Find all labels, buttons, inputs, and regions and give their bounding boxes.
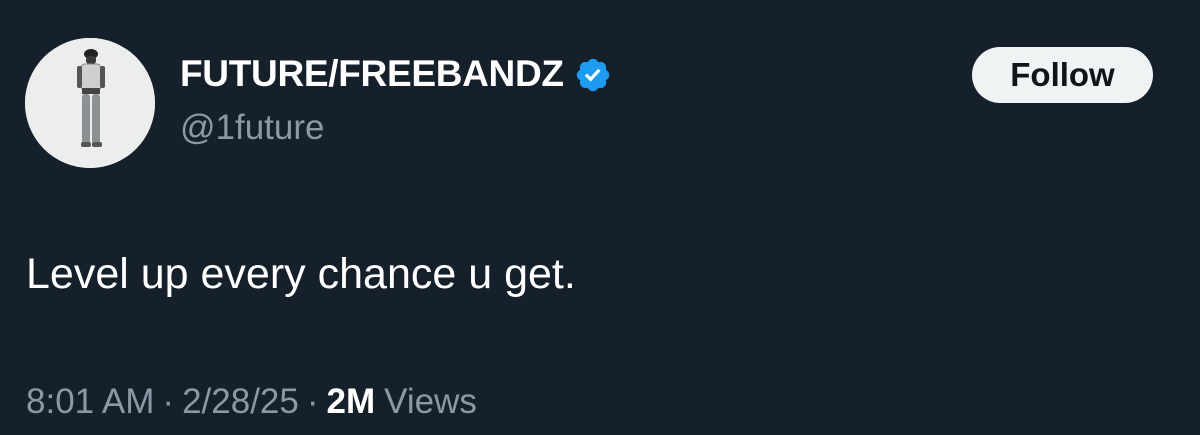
meta-separator: · bbox=[162, 382, 175, 421]
verified-badge-icon bbox=[574, 56, 612, 94]
views-count[interactable]: 2M bbox=[327, 382, 376, 422]
meta-separator: · bbox=[306, 382, 319, 421]
author-name-row: FUTURE/FREEBANDZ bbox=[180, 52, 612, 96]
author-handle[interactable]: @1future bbox=[180, 108, 325, 148]
tweet-text: Level up every chance u get. bbox=[26, 250, 576, 298]
author-display-name[interactable]: FUTURE/FREEBANDZ bbox=[180, 53, 564, 95]
tweet-meta: 8:01 AM · 2/28/25 · 2M Views bbox=[26, 382, 477, 422]
tweet-date[interactable]: 2/28/25 bbox=[182, 382, 299, 422]
follow-button[interactable]: Follow bbox=[972, 47, 1153, 103]
tweet-time[interactable]: 8:01 AM bbox=[26, 382, 154, 422]
views-label[interactable]: Views bbox=[384, 382, 477, 422]
tweet-card: FUTURE/FREEBANDZ @1future Follow Level u… bbox=[0, 0, 1200, 435]
avatar-photo-icon bbox=[25, 38, 155, 168]
author-avatar[interactable] bbox=[25, 38, 155, 168]
